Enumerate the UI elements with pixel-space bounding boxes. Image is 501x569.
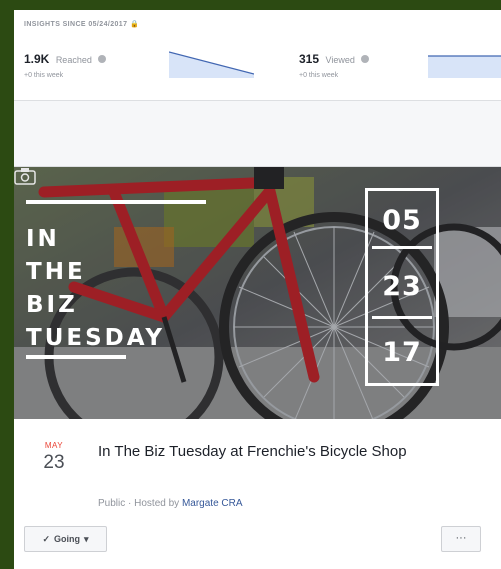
- reached-sub: +0 this week: [24, 72, 64, 79]
- event-day: 23: [43, 452, 65, 473]
- more-options-button[interactable]: ···: [441, 526, 481, 552]
- date-divider: [372, 316, 432, 319]
- reached-stat[interactable]: 1.9K Reached +0 this week: [24, 50, 107, 79]
- event-month: MAY: [44, 441, 64, 450]
- event-card: IN THE BIZ TUESDAY 05 23 17 MAY 23 In Th…: [14, 166, 501, 569]
- cover-date-box: 05 23 17: [365, 188, 439, 386]
- insights-panel: INSIGHTS SINCE 05/24/2017 🔒 1.9K Reached …: [14, 10, 501, 101]
- page-frame: INSIGHTS SINCE 05/24/2017 🔒 1.9K Reached …: [14, 10, 501, 569]
- viewed-stat[interactable]: 315 Viewed +0 this week: [299, 50, 370, 79]
- feed-spacer: [14, 101, 501, 166]
- hosted-by-text: · Hosted by: [125, 498, 182, 509]
- cover-rule-top: [26, 200, 206, 204]
- event-info: MAY 23 In The Biz Tuesday at Frenchie's …: [14, 419, 501, 569]
- viewed-label: Viewed: [325, 55, 355, 65]
- event-cover-photo[interactable]: IN THE BIZ TUESDAY 05 23 17: [14, 167, 501, 419]
- going-label: Going: [54, 534, 80, 544]
- camera-icon[interactable]: [14, 167, 36, 185]
- caret-down-icon: ▾: [84, 533, 89, 544]
- reached-sparkline: [169, 51, 254, 78]
- reached-label: Reached: [55, 55, 92, 65]
- cover-headline: IN THE BIZ TUESDAY: [26, 226, 165, 351]
- reached-value: 1.9K: [24, 52, 50, 66]
- event-meta: Public · Hosted by Margate CRA: [98, 498, 243, 509]
- going-button[interactable]: ✓ Going ▾: [24, 526, 107, 552]
- event-privacy: Public: [98, 498, 126, 509]
- cover-day: 23: [382, 271, 422, 302]
- insights-title: INSIGHTS SINCE 05/24/2017 🔒: [24, 21, 140, 28]
- check-icon: ✓: [42, 533, 50, 544]
- cover-year: 17: [382, 337, 422, 368]
- host-link[interactable]: Margate CRA: [182, 498, 243, 509]
- lock-icon: 🔒: [130, 21, 140, 28]
- info-icon[interactable]: [361, 54, 370, 63]
- info-icon[interactable]: [98, 54, 107, 63]
- date-divider: [372, 246, 432, 249]
- viewed-sparkline: [428, 55, 501, 78]
- viewed-sub: +0 this week: [299, 72, 339, 79]
- event-date-badge: MAY 23: [34, 441, 74, 474]
- cover-month: 05: [382, 205, 422, 236]
- event-title[interactable]: In The Biz Tuesday at Frenchie's Bicycle…: [98, 439, 458, 464]
- cover-rule-bottom: [26, 355, 126, 359]
- viewed-value: 315: [299, 52, 320, 66]
